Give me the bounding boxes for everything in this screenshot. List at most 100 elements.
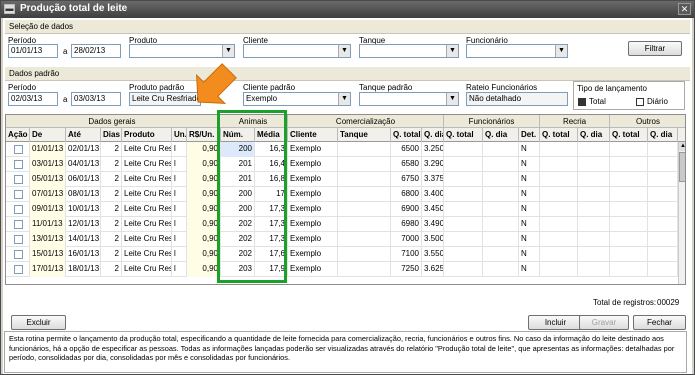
cell-det[interactable]: N [519,187,540,202]
radio-total-label[interactable]: Total [589,97,606,106]
col-header-acao[interactable]: Ação [6,128,30,142]
cell-produto[interactable]: Leite Cru Res [122,142,172,157]
cell-outros-q-dia[interactable] [648,142,678,157]
col-header-q-dia[interactable]: Q. dia [422,128,444,142]
cell-un[interactable]: l [172,187,187,202]
col-header-produto[interactable]: Produto [122,128,172,142]
cell-recria-q-dia[interactable] [578,232,610,247]
cell-dias[interactable]: 2 [101,157,122,172]
cell-recria-q-dia[interactable] [578,262,610,277]
default-tanque-select[interactable]: ▼ [359,92,459,106]
cell-recria-q-total[interactable] [540,247,578,262]
cell-q-dia[interactable]: 3.450,00 [422,202,444,217]
cell-acao[interactable] [6,142,30,157]
col-header-num[interactable]: Núm. [221,128,255,142]
cell-func-q-total[interactable] [444,202,483,217]
cell-outros-q-total[interactable] [610,262,648,277]
cell-produto[interactable]: Leite Cru Res [122,217,172,232]
cell-recria-q-total[interactable] [540,172,578,187]
default-cliente-select[interactable]: Exemplo ▼ [243,92,351,106]
cell-cliente[interactable]: Exemplo [288,142,338,157]
cell-func-q-dia[interactable] [483,157,519,172]
cell-media[interactable]: 17 [255,187,288,202]
cell-func-q-dia[interactable] [483,217,519,232]
cell-de[interactable]: 09/01/13 [30,202,66,217]
cell-produto[interactable]: Leite Cru Res [122,262,172,277]
cell-ate[interactable]: 02/01/13 [66,142,101,157]
cell-ate[interactable]: 16/01/13 [66,247,101,262]
cell-det[interactable]: N [519,247,540,262]
radio-total-icon[interactable] [578,98,586,106]
cell-func-q-total[interactable] [444,157,483,172]
table-row[interactable]: 07/01/13 08/01/13 2 Leite Cru Res l 0,90 200 17… [6,187,678,202]
cell-outros-q-dia[interactable] [648,187,678,202]
cell-produto[interactable]: Leite Cru Res [122,187,172,202]
period-to-field[interactable]: 28/02/13 [71,44,121,58]
cell-q-total[interactable]: 6900 [391,202,422,217]
cell-tanque[interactable] [338,247,391,262]
cell-media[interactable]: 17,3 [255,202,288,217]
cell-q-total[interactable]: 6750 [391,172,422,187]
cell-num[interactable]: 200 [221,202,255,217]
table-row[interactable]: 17/01/13 18/01/13 2 Leite Cru Res l 0,90 203 17… [6,262,678,277]
cell-func-q-dia[interactable] [483,187,519,202]
cell-q-total[interactable]: 6580 [391,157,422,172]
cell-acao[interactable] [6,262,30,277]
cell-dias[interactable]: 2 [101,187,122,202]
cell-cliente[interactable]: Exemplo [288,217,338,232]
cell-dias[interactable]: 2 [101,172,122,187]
excluir-button[interactable]: Excluir [11,315,66,330]
cell-outros-q-total[interactable] [610,202,648,217]
col-header-q-total[interactable]: Q. total [391,128,422,142]
cell-un[interactable]: l [172,157,187,172]
fechar-button[interactable]: Fechar [633,315,686,330]
cell-dias[interactable]: 2 [101,232,122,247]
cell-func-q-dia[interactable] [483,262,519,277]
vertical-scrollbar[interactable]: ▲ [678,142,685,284]
cell-cliente[interactable]: Exemplo [288,187,338,202]
scroll-up-icon[interactable]: ▲ [679,142,685,151]
cell-un[interactable]: l [172,262,187,277]
cell-outros-q-total[interactable] [610,247,648,262]
cell-cliente[interactable]: Exemplo [288,232,338,247]
cell-func-q-dia[interactable] [483,247,519,262]
cell-outros-q-dia[interactable] [648,202,678,217]
col-header-det[interactable]: Det. [519,128,540,142]
filter-button[interactable]: Filtrar [628,41,682,56]
tanque-select[interactable]: ▼ [359,44,459,58]
col-header-dias[interactable]: Dias [101,128,122,142]
col-header-tanque[interactable]: Tanque [338,128,391,142]
window-menu-icon[interactable]: ▬ [4,4,15,14]
cell-acao[interactable] [6,157,30,172]
period-from-field[interactable]: 01/01/13 [8,44,58,58]
table-row[interactable]: 01/01/13 02/01/13 2 Leite Cru Res l 0,90 200 16… [6,142,678,157]
cell-outros-q-total[interactable] [610,172,648,187]
cell-num[interactable]: 203 [221,262,255,277]
col-header-func-q-total[interactable]: Q. total [444,128,483,142]
cell-q-dia[interactable]: 3.375,00 [422,172,444,187]
row-checkbox[interactable] [14,160,23,169]
cell-produto[interactable]: Leite Cru Res [122,157,172,172]
cell-outros-q-dia[interactable] [648,217,678,232]
cell-func-q-dia[interactable] [483,142,519,157]
cell-q-total[interactable]: 6980 [391,217,422,232]
close-button[interactable]: ✕ [678,3,691,15]
cell-det[interactable]: N [519,142,540,157]
cell-acao[interactable] [6,202,30,217]
incluir-button[interactable]: Incluir [528,315,583,330]
cell-recria-q-dia[interactable] [578,217,610,232]
cell-acao[interactable] [6,247,30,262]
col-header-outros-q-total[interactable]: Q. total [610,128,648,142]
cell-cliente[interactable]: Exemplo [288,172,338,187]
cell-tanque[interactable] [338,172,391,187]
row-checkbox[interactable] [14,235,23,244]
cell-cliente[interactable]: Exemplo [288,247,338,262]
cell-rs-un[interactable]: 0,90 [187,217,221,232]
cell-produto[interactable]: Leite Cru Res [122,172,172,187]
cell-media[interactable]: 17,9 [255,262,288,277]
cell-recria-q-dia[interactable] [578,202,610,217]
cell-outros-q-dia[interactable] [648,247,678,262]
cell-num[interactable]: 201 [221,157,255,172]
table-row[interactable]: 05/01/13 06/01/13 2 Leite Cru Res l 0,90 201 16… [6,172,678,187]
cell-q-dia[interactable]: 3.400,00 [422,187,444,202]
